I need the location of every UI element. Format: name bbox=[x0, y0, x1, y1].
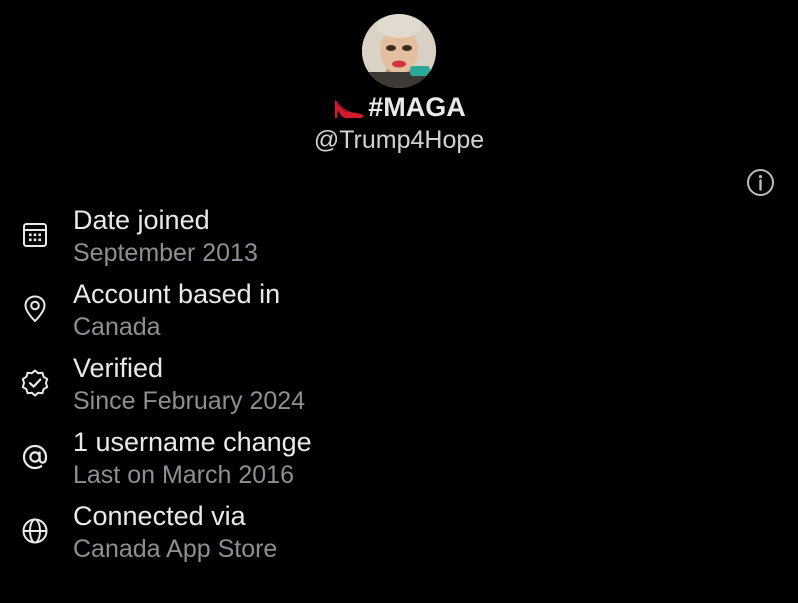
account-location-text: Account based in Canada bbox=[73, 278, 280, 344]
account-location-title: Account based in bbox=[73, 279, 281, 309]
connected-via-value: Canada App Store bbox=[73, 535, 278, 563]
verified-row: Verified Since February 2024 bbox=[0, 348, 798, 422]
avatar[interactable] bbox=[362, 14, 436, 88]
calendar-icon bbox=[20, 220, 50, 250]
connected-via-row: Connected via Canada App Store bbox=[0, 496, 798, 570]
high-heel-shoe-icon bbox=[332, 94, 366, 120]
profile-header: #MAGA @Trump4Hope bbox=[0, 14, 798, 155]
username-change-value: Last on March 2016 bbox=[73, 461, 294, 489]
username-change-title: 1 username change bbox=[73, 427, 312, 457]
account-location-row: Account based in Canada bbox=[0, 274, 798, 348]
verified-info-button[interactable] bbox=[745, 167, 776, 198]
date-joined-title: Date joined bbox=[73, 205, 210, 235]
date-joined-value: September 2013 bbox=[73, 239, 258, 267]
verified-value: Since February 2024 bbox=[73, 387, 306, 415]
connected-via-text: Connected via Canada App Store bbox=[73, 500, 277, 566]
date-joined-row: Date joined September 2013 bbox=[0, 200, 798, 274]
connected-via-title: Connected via bbox=[73, 501, 246, 531]
verified-text: Verified Since February 2024 bbox=[73, 352, 305, 418]
display-name: #MAGA bbox=[332, 90, 466, 124]
globe-icon bbox=[20, 516, 50, 546]
account-info-list: Date joined September 2013 Account based… bbox=[0, 200, 798, 570]
verified-badge-icon bbox=[20, 368, 50, 398]
display-name-text: #MAGA bbox=[368, 91, 466, 122]
location-pin-icon bbox=[20, 294, 50, 324]
verified-title: Verified bbox=[73, 353, 164, 383]
username-handle: @Trump4Hope bbox=[313, 126, 485, 154]
info-circle-icon[interactable] bbox=[745, 167, 776, 198]
username-change-row: 1 username change Last on March 2016 bbox=[0, 422, 798, 496]
account-location-value: Canada bbox=[73, 313, 161, 341]
account-about-page: #MAGA @Trump4Hope Date joined September … bbox=[0, 0, 798, 603]
username-change-text: 1 username change Last on March 2016 bbox=[73, 426, 312, 492]
at-sign-icon bbox=[20, 442, 50, 472]
date-joined-text: Date joined September 2013 bbox=[73, 204, 258, 270]
